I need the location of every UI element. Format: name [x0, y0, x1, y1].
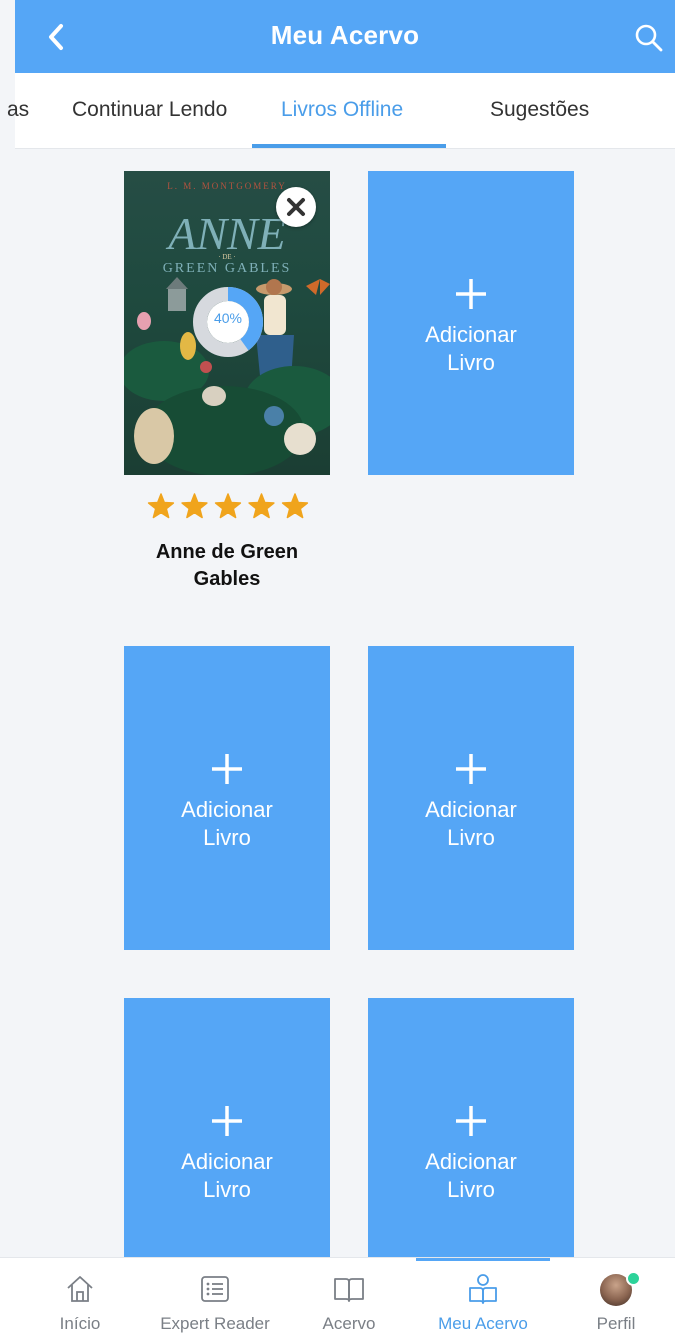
svg-text:ANNE: ANNE [165, 208, 286, 259]
list-icon [201, 1276, 229, 1302]
tab-bar: as Continuar Lendo Livros Offline Sugest… [7, 73, 675, 149]
bottom-navigation: Início Expert Reader Acervo Meu Acervo P… [0, 1257, 675, 1340]
tab-sugestoes[interactable]: Sugestões [490, 98, 589, 122]
plus-icon [212, 1106, 242, 1136]
nav-label: Acervo [322, 1314, 376, 1333]
nav-label: Início [59, 1314, 101, 1333]
book-title: Anne de Green Gables [155, 541, 299, 590]
nav-meu-acervo[interactable]: Meu Acervo [416, 1258, 550, 1340]
nav-label: Meu Acervo [438, 1314, 528, 1333]
nav-perfil[interactable]: Perfil [576, 1258, 656, 1340]
add-book-label: Adicionar Livro [425, 1149, 517, 1202]
add-book-tile[interactable]: Adicionar Livro [368, 646, 574, 950]
svg-text:GREEN GABLES: GREEN GABLES [163, 261, 292, 276]
tab-livros-offline[interactable]: Livros Offline [281, 98, 403, 122]
page-title: Meu Acervo [270, 20, 420, 50]
add-book-label: Adicionar Livro [425, 797, 517, 850]
open-book-icon [334, 1278, 364, 1302]
add-book-label: Adicionar Livro [181, 797, 273, 850]
online-status-dot [626, 1271, 641, 1286]
reader-icon [469, 1274, 497, 1304]
nav-label: Expert Reader [160, 1314, 270, 1333]
active-tab-indicator [252, 144, 446, 148]
search-icon[interactable] [633, 22, 665, 54]
svg-text:L. M. MONTGOMERY: L. M. MONTGOMERY [167, 181, 287, 191]
rating-stars [147, 493, 309, 519]
home-icon [67, 1276, 93, 1302]
nav-inicio[interactable]: Início [40, 1258, 120, 1340]
plus-icon [456, 754, 486, 784]
plus-icon [212, 754, 242, 784]
nav-expert-reader[interactable]: Expert Reader [148, 1258, 282, 1340]
tab-partial[interactable]: as [7, 98, 29, 122]
svg-text:· DE ·: · DE · [218, 253, 236, 261]
add-book-tile[interactable]: Adicionar Livro [124, 646, 330, 950]
nav-label: Perfil [596, 1314, 636, 1333]
add-book-label: Adicionar Livro [425, 322, 517, 375]
star-icon [248, 493, 275, 519]
add-book-tile[interactable]: Adicionar Livro [368, 171, 574, 475]
plus-icon [456, 1106, 486, 1136]
top-app-bar: Meu Acervo [15, 0, 675, 73]
add-book-label: Adicionar Livro [181, 1149, 273, 1202]
star-icon [214, 493, 242, 519]
star-icon [181, 493, 208, 519]
remove-book-button[interactable] [276, 187, 316, 227]
progress-label: 40% [213, 310, 243, 326]
star-icon [281, 493, 309, 519]
close-icon [287, 198, 305, 216]
nav-acervo[interactable]: Acervo [308, 1258, 390, 1340]
tab-continuar-lendo[interactable]: Continuar Lendo [72, 98, 227, 122]
plus-icon [456, 279, 486, 309]
star-icon [147, 493, 175, 519]
